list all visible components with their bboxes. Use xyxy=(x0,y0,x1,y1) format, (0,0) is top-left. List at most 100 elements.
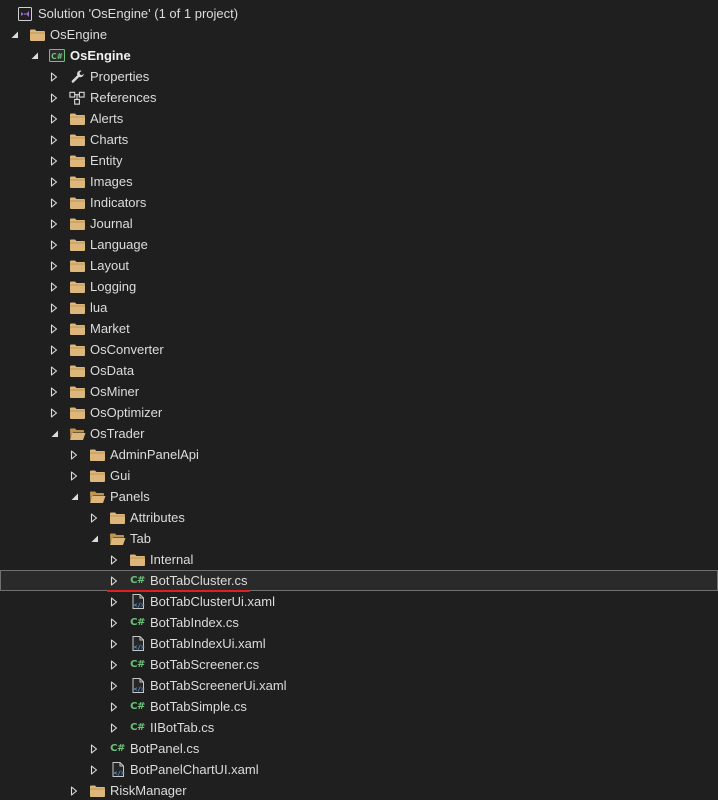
collapsed-arrow-icon[interactable] xyxy=(108,633,120,654)
solution-row[interactable]: Solution 'OsEngine' (1 of 1 project) xyxy=(0,3,718,24)
tree-item[interactable]: OsTrader xyxy=(0,423,718,444)
collapsed-arrow-icon[interactable] xyxy=(68,780,80,800)
tree-item[interactable]: </> BotTabScreenerUi.xaml xyxy=(0,675,718,696)
collapsed-arrow-icon[interactable] xyxy=(48,360,60,381)
collapsed-arrow-icon[interactable] xyxy=(108,570,120,591)
collapsed-arrow-icon[interactable] xyxy=(48,255,60,276)
tree-item[interactable]: C# BotPanel.cs xyxy=(0,738,718,759)
collapsed-arrow-icon[interactable] xyxy=(108,675,120,696)
tree-item[interactable]: lua xyxy=(0,297,718,318)
tree-item[interactable]: OsMiner xyxy=(0,381,718,402)
tree-item[interactable]: C# BotTabSimple.cs xyxy=(0,696,718,717)
folder-open-icon xyxy=(109,530,126,547)
tree-item[interactable]: OsData xyxy=(0,360,718,381)
collapsed-arrow-icon[interactable] xyxy=(48,234,60,255)
expanded-arrow-icon[interactable] xyxy=(28,45,40,66)
collapsed-arrow-icon[interactable] xyxy=(68,444,80,465)
tree-item[interactable]: Indicators xyxy=(0,192,718,213)
tree-item-label: OsMiner xyxy=(90,384,140,399)
collapsed-arrow-icon[interactable] xyxy=(48,402,60,423)
collapsed-arrow-icon[interactable] xyxy=(48,108,60,129)
tree-item[interactable]: </> BotTabIndexUi.xaml xyxy=(0,633,718,654)
collapsed-arrow-icon[interactable] xyxy=(108,612,120,633)
expanded-arrow-icon[interactable] xyxy=(48,423,60,444)
tree-item-label: Alerts xyxy=(90,111,124,126)
tree-item-label: References xyxy=(90,90,157,105)
expanded-arrow-icon[interactable] xyxy=(68,486,80,507)
tree-item[interactable]: Entity xyxy=(0,150,718,171)
collapsed-arrow-icon[interactable] xyxy=(48,87,60,108)
collapsed-arrow-icon[interactable] xyxy=(48,276,60,297)
tree-item[interactable]: Journal xyxy=(0,213,718,234)
tree-item[interactable]: Language xyxy=(0,234,718,255)
tree-item[interactable]: Alerts xyxy=(0,108,718,129)
csharp-file-icon: C# xyxy=(129,572,146,589)
tree-item[interactable]: OsEngine xyxy=(0,24,718,45)
folder-icon xyxy=(69,341,86,358)
tree-item[interactable]: C# OsEngine xyxy=(0,45,718,66)
collapsed-arrow-icon[interactable] xyxy=(48,339,60,360)
tree-item-label: Language xyxy=(90,237,148,252)
collapsed-arrow-icon[interactable] xyxy=(108,591,120,612)
collapsed-arrow-icon[interactable] xyxy=(48,381,60,402)
collapsed-arrow-icon[interactable] xyxy=(48,318,60,339)
tree-item[interactable]: Properties xyxy=(0,66,718,87)
tree-item[interactable]: OsConverter xyxy=(0,339,718,360)
tree-item[interactable]: </> BotTabClusterUi.xaml xyxy=(0,591,718,612)
expanded-arrow-icon[interactable] xyxy=(88,528,100,549)
csharp-file-icon: C# xyxy=(129,719,146,736)
collapsed-arrow-icon[interactable] xyxy=(48,297,60,318)
collapsed-arrow-icon[interactable] xyxy=(108,549,120,570)
collapsed-arrow-icon[interactable] xyxy=(88,507,100,528)
tree-item[interactable]: </> BotPanelChartUI.xaml xyxy=(0,759,718,780)
xaml-file-icon: </> xyxy=(129,677,146,694)
tree-item[interactable]: C# BotTabCluster.cs xyxy=(0,570,718,592)
collapsed-arrow-icon[interactable] xyxy=(48,171,60,192)
collapsed-arrow-icon[interactable] xyxy=(48,129,60,150)
collapsed-arrow-icon[interactable] xyxy=(108,654,120,675)
collapsed-arrow-icon[interactable] xyxy=(88,759,100,780)
tree-item-label: BotTabScreener.cs xyxy=(150,657,260,672)
collapsed-arrow-icon[interactable] xyxy=(48,66,60,87)
folder-icon xyxy=(69,383,86,400)
tree-item[interactable]: Charts xyxy=(0,129,718,150)
tree-item[interactable]: C# BotTabScreener.cs xyxy=(0,654,718,675)
collapsed-arrow-icon[interactable] xyxy=(48,150,60,171)
tree-item[interactable]: OsOptimizer xyxy=(0,402,718,423)
tree-item[interactable]: Logging xyxy=(0,276,718,297)
tree-item-label: Logging xyxy=(90,279,137,294)
tree-item-label: Internal xyxy=(150,552,194,567)
collapsed-arrow-icon[interactable] xyxy=(68,465,80,486)
visual-studio-solution-icon xyxy=(16,5,33,22)
tree-item[interactable]: Market xyxy=(0,318,718,339)
svg-text:</>: </> xyxy=(113,770,124,777)
tree-item-label: Gui xyxy=(110,468,131,483)
tree-item[interactable]: C# IIBotTab.cs xyxy=(0,717,718,738)
tree-item-label: IIBotTab.cs xyxy=(150,720,215,735)
csharp-glyph: C# xyxy=(130,722,145,733)
tree-item[interactable]: Layout xyxy=(0,255,718,276)
svg-text:</>: </> xyxy=(133,602,144,609)
folder-icon xyxy=(29,26,46,43)
tree-item[interactable]: RiskManager xyxy=(0,780,718,800)
tree-item-label: Indicators xyxy=(90,195,147,210)
tree-item[interactable]: Tab xyxy=(0,528,718,549)
collapsed-arrow-icon[interactable] xyxy=(108,717,120,738)
tree-item[interactable]: AdminPanelApi xyxy=(0,444,718,465)
tree-item[interactable]: Gui xyxy=(0,465,718,486)
tree-item[interactable]: Images xyxy=(0,171,718,192)
tree-item[interactable]: Internal xyxy=(0,549,718,570)
tree-item[interactable]: Attributes xyxy=(0,507,718,528)
collapsed-arrow-icon[interactable] xyxy=(88,738,100,759)
tree-item[interactable]: C# BotTabIndex.cs xyxy=(0,612,718,633)
collapsed-arrow-icon[interactable] xyxy=(48,192,60,213)
tree-item[interactable]: Panels xyxy=(0,486,718,507)
tree-item[interactable]: References xyxy=(0,87,718,108)
folder-icon xyxy=(89,467,106,484)
collapsed-arrow-icon[interactable] xyxy=(48,213,60,234)
collapsed-arrow-icon[interactable] xyxy=(108,696,120,717)
svg-text:</>: </> xyxy=(133,644,144,651)
tree-item-label: BotTabIndexUi.xaml xyxy=(150,636,266,651)
tree-item-label: BotTabClusterUi.xaml xyxy=(150,594,275,609)
expanded-arrow-icon[interactable] xyxy=(8,24,20,45)
